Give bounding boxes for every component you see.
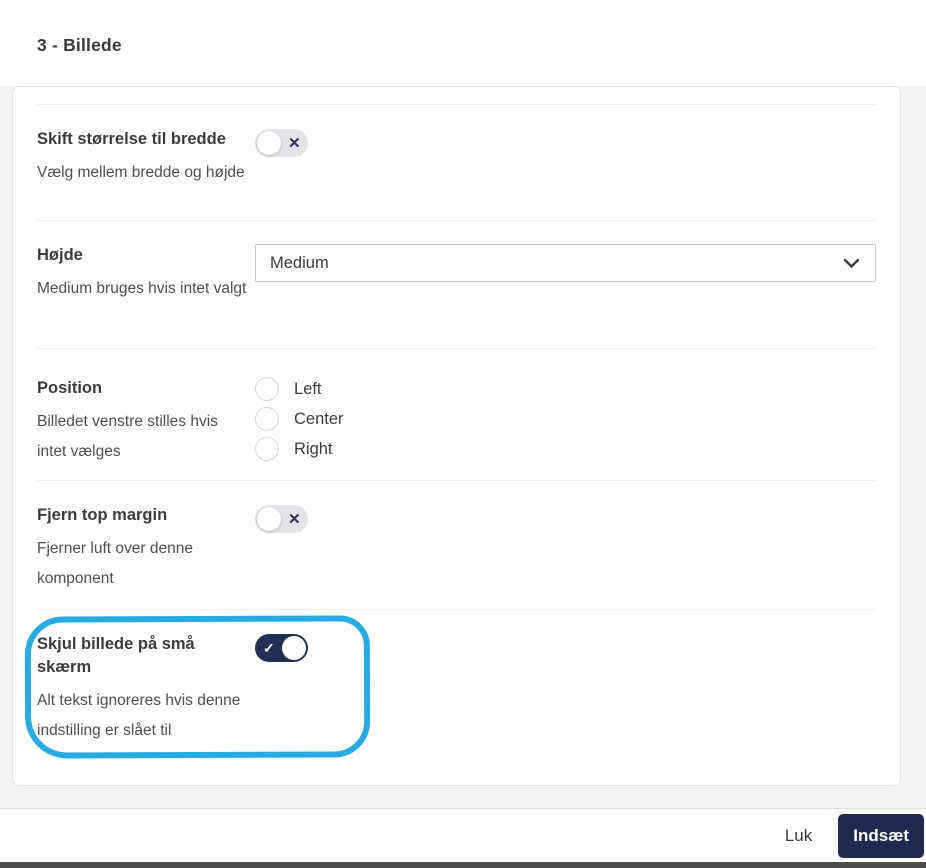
resize-to-width-toggle[interactable]: ✕	[255, 129, 308, 157]
setting-labels: Højde Medium bruges hvis intet valgt	[37, 244, 255, 348]
settings-card: Skift størrelse til bredde Vælg mellem b…	[12, 86, 901, 786]
radio-option-left[interactable]: Left	[255, 377, 876, 401]
setting-control: ✕	[255, 504, 876, 609]
setting-row-remove-top-margin: Fjern top margin Fjerner luft over denne…	[37, 480, 876, 609]
height-select[interactable]: Medium	[255, 244, 876, 282]
radio-label: Center	[294, 409, 344, 428]
setting-row-position: Position Billedet venstre stilles hvis i…	[37, 348, 876, 480]
setting-control: ✕	[255, 128, 876, 220]
modal-title: 3 - Billede	[37, 34, 122, 55]
setting-labels: Skjul billede på små skærm Alt tekst ign…	[37, 633, 255, 785]
setting-label: Fjern top margin	[37, 506, 168, 524]
radio-label: Right	[294, 439, 333, 458]
setting-labels: Fjern top margin Fjerner luft over denne…	[37, 504, 255, 609]
position-radio-group: Left Center Right	[255, 377, 876, 480]
toggle-knob	[257, 507, 281, 531]
setting-control: ✓	[255, 633, 876, 785]
setting-row-hide-image-small-screen: Skjul billede på små skærm Alt tekst ign…	[37, 609, 876, 785]
radio-button[interactable]	[255, 407, 279, 431]
radio-button[interactable]	[255, 437, 279, 461]
setting-label: Position	[37, 379, 103, 397]
close-button[interactable]: Luk	[785, 826, 812, 846]
modal-body: Skift størrelse til bredde Vælg mellem b…	[0, 86, 926, 808]
toggle-off-x-icon: ✕	[288, 135, 301, 152]
setting-label: Skift størrelse til bredde	[37, 130, 226, 148]
setting-description: Alt tekst ignoreres hvis denne indstilli…	[37, 692, 241, 739]
setting-label: Skjul billede på små skærm	[37, 635, 195, 677]
toggle-off-x-icon: ✕	[288, 511, 301, 528]
setting-description: Medium bruges hvis intet valgt	[37, 280, 247, 298]
setting-row-resize-to-width: Skift størrelse til bredde Vælg mellem b…	[37, 104, 876, 220]
bottom-edge-bar	[0, 862, 926, 868]
height-select-value: Medium	[270, 253, 329, 272]
setting-label: Højde	[37, 246, 83, 264]
toggle-knob	[257, 131, 281, 155]
setting-labels: Skift størrelse til bredde Vælg mellem b…	[37, 128, 255, 220]
toggle-knob	[282, 636, 306, 660]
insert-button[interactable]: Indsæt	[838, 813, 924, 858]
modal-footer: Luk Indsæt	[0, 808, 926, 862]
setting-description: Fjerner luft over denne komponent	[37, 540, 193, 587]
radio-option-right[interactable]: Right	[255, 437, 876, 461]
setting-description: Billedet venstre stilles hvis intet vælg…	[37, 413, 218, 460]
chevron-down-icon	[843, 258, 860, 269]
setting-control: Medium	[255, 244, 876, 348]
setting-description: Vælg mellem bredde og højde	[37, 164, 245, 182]
radio-option-center[interactable]: Center	[255, 407, 876, 431]
hide-image-small-screen-toggle[interactable]: ✓	[255, 634, 308, 662]
toggle-on-check-icon: ✓	[263, 639, 275, 656]
radio-label: Left	[294, 379, 322, 398]
image-settings-modal: 3 - Billede Skift størrelse til bredde V…	[0, 0, 926, 868]
modal-header: 3 - Billede	[0, 0, 926, 86]
radio-button[interactable]	[255, 377, 279, 401]
setting-row-height: Højde Medium bruges hvis intet valgt Med…	[37, 220, 876, 348]
setting-labels: Position Billedet venstre stilles hvis i…	[37, 377, 255, 480]
remove-top-margin-toggle[interactable]: ✕	[255, 505, 308, 533]
